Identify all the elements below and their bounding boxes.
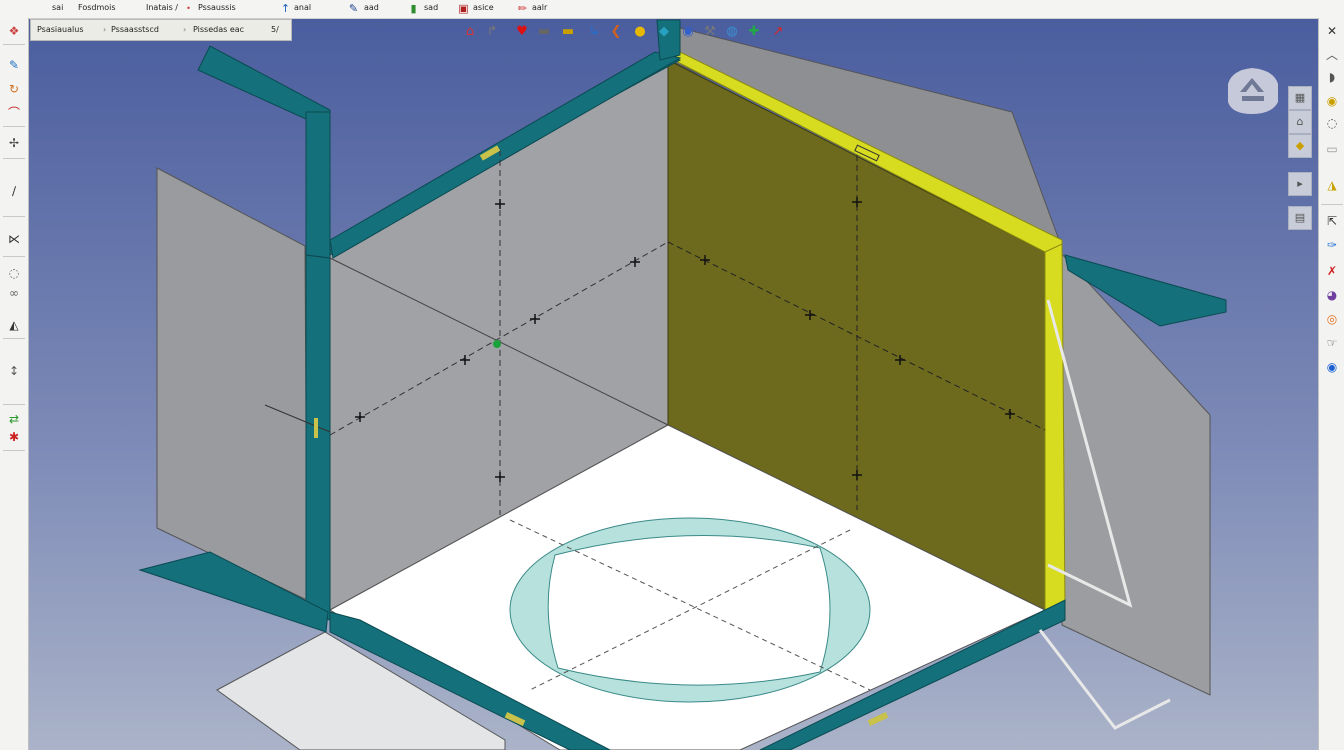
select-icon[interactable]: ⇱: [1323, 212, 1341, 230]
command-toolbar: ⌂ ↱ ♥ ▬ ▬ ↳ ❮ ● ◆ ◉ ⚒ ◍ ✚ ↗: [455, 20, 835, 44]
left-toolbar: ❖ ✎ ↻ ⌒ ✢ ∕ ⋉ ◌ ∞ ◭ ↕ ⇄ ✱: [0, 18, 29, 750]
wrench-icon[interactable]: ⚒: [701, 23, 719, 41]
blue-globe-icon[interactable]: ◉: [1323, 358, 1341, 376]
red-arrow-icon[interactable]: ↗: [769, 23, 787, 41]
breadcrumb-item-4[interactable]: 5/: [271, 25, 279, 34]
trim-icon[interactable]: ◭: [5, 316, 23, 334]
pencil-icon: ✏: [517, 2, 528, 15]
menu-item-1[interactable]: sai: [52, 3, 63, 12]
menu-item-5[interactable]: anal: [294, 3, 311, 12]
sphere-icon[interactable]: ◍: [723, 23, 741, 41]
pen-icon: ✎: [348, 2, 359, 15]
toolbar-separator: [3, 450, 25, 451]
menu-item-2[interactable]: Fosdmois: [78, 3, 116, 12]
close-icon[interactable]: ✕: [1323, 22, 1341, 40]
line-icon[interactable]: ∕: [5, 182, 23, 200]
dot-icon: •: [186, 4, 191, 13]
toolbar-separator: [3, 256, 25, 257]
cursor-icon[interactable]: ☞: [1323, 334, 1341, 352]
yellow-circle-icon[interactable]: ●: [631, 23, 649, 41]
orbit-icon[interactable]: ↱: [483, 23, 501, 41]
breadcrumb: Psasiaualus › Pssaasstscd › Pissedas eac…: [30, 19, 292, 41]
home-icon[interactable]: ⌂: [461, 23, 479, 41]
breadcrumb-item-1[interactable]: Psasiaualus: [37, 25, 83, 34]
yellow-plate-icon[interactable]: ▬: [559, 23, 577, 41]
circle-info-icon[interactable]: ◉: [1323, 92, 1341, 110]
heart-marker-icon[interactable]: ♥: [513, 23, 531, 41]
red-green-icon[interactable]: ✱: [5, 428, 23, 446]
breadcrumb-separator-icon: ›: [183, 25, 187, 34]
viewcube-home-icon[interactable]: [1222, 62, 1284, 116]
arrow-up-icon: ↑: [280, 2, 291, 15]
breadcrumb-separator-icon: ›: [103, 25, 107, 34]
green-arrows-icon[interactable]: ⇄: [5, 410, 23, 428]
breadcrumb-item-2[interactable]: Pssaasstscd: [111, 25, 159, 34]
toolbar-separator: [3, 126, 25, 127]
open-icon[interactable]: ◌: [1323, 114, 1341, 132]
top-left-bracket-riser[interactable]: [305, 111, 331, 259]
view-palette: ▦ ⌂ ◆ ▸ ▤: [1286, 86, 1314, 236]
toolbar-separator: [3, 338, 25, 339]
arc-icon[interactable]: ⌒: [5, 104, 23, 122]
toolbar-separator: [3, 158, 25, 159]
panel-icon[interactable]: ▭: [1323, 140, 1341, 158]
app-logo-icon[interactable]: ❖: [5, 22, 23, 40]
color-sphere-icon[interactable]: ◕: [1323, 286, 1341, 304]
clip-icon[interactable]: ∞: [5, 284, 23, 302]
sheet-view-icon[interactable]: ▦: [1288, 86, 1312, 110]
red-tool-icon[interactable]: ✗: [1323, 262, 1341, 280]
menu-item-9[interactable]: aalr: [532, 3, 547, 12]
right-toolbar: ✕ ︿ ◗ ◉ ◌ ▭ ◮ ⇱ ✑ ✗ ◕ ◎ ☞ ◉: [1318, 18, 1344, 750]
blue-tool-icon[interactable]: ✑: [1323, 236, 1341, 254]
green-arrow-icon[interactable]: ✚: [745, 23, 763, 41]
dimension-icon[interactable]: ✢: [5, 134, 23, 152]
constraint-icon[interactable]: ◌: [5, 264, 23, 282]
layer-icon[interactable]: ◮: [1323, 176, 1341, 194]
menu-item-8[interactable]: asice: [473, 3, 494, 12]
menu-item-6[interactable]: aad: [364, 3, 379, 12]
flat-plate-icon[interactable]: ▬: [535, 23, 553, 41]
globe-icon[interactable]: ◉: [679, 23, 697, 41]
hinge-marker-left[interactable]: [314, 418, 318, 438]
orange-ring-icon[interactable]: ◎: [1323, 310, 1341, 328]
toolbar-separator: [3, 44, 25, 45]
rotate-icon[interactable]: ↻: [5, 80, 23, 98]
model-viewport[interactable]: [29, 18, 1318, 750]
menu-bar: sai Fosdmois Inatais / • Pssaussis ↑ ana…: [0, 0, 1344, 19]
measure-icon[interactable]: ⋉: [5, 230, 23, 248]
help-icon[interactable]: ◗: [1323, 68, 1341, 86]
toolbar-separator: [3, 216, 25, 217]
toolbar-separator: [3, 404, 25, 405]
blue-bracket-icon[interactable]: ↳: [585, 23, 603, 41]
section-view-icon[interactable]: ◆: [1288, 134, 1312, 158]
collapse-icon[interactable]: ︿: [1323, 46, 1341, 64]
page-view-icon[interactable]: ▸: [1288, 172, 1312, 196]
green-origin-marker[interactable]: [493, 340, 501, 348]
menu-item-4[interactable]: Pssaussis: [198, 3, 236, 12]
menu-item-3[interactable]: Inatais /: [146, 3, 178, 12]
axis-arrow-icon[interactable]: ↕: [5, 362, 23, 398]
fold-view-icon[interactable]: ⌂: [1288, 110, 1312, 134]
shade-view-icon[interactable]: ▤: [1288, 206, 1312, 230]
menu-item-7[interactable]: sad: [424, 3, 438, 12]
book-icon: ▣: [458, 2, 469, 15]
cyan-sheet-icon[interactable]: ◆: [655, 23, 673, 41]
floor-square-cutout[interactable]: [547, 535, 831, 686]
sketch-pencil-icon[interactable]: ✎: [5, 56, 23, 74]
bend-icon[interactable]: ❮: [607, 23, 625, 41]
toolbar-separator: [1321, 204, 1343, 205]
breadcrumb-item-3[interactable]: Pissedas eac: [193, 25, 244, 34]
bars-icon: ▮: [410, 2, 417, 15]
selected-right-edge[interactable]: [1044, 243, 1066, 613]
